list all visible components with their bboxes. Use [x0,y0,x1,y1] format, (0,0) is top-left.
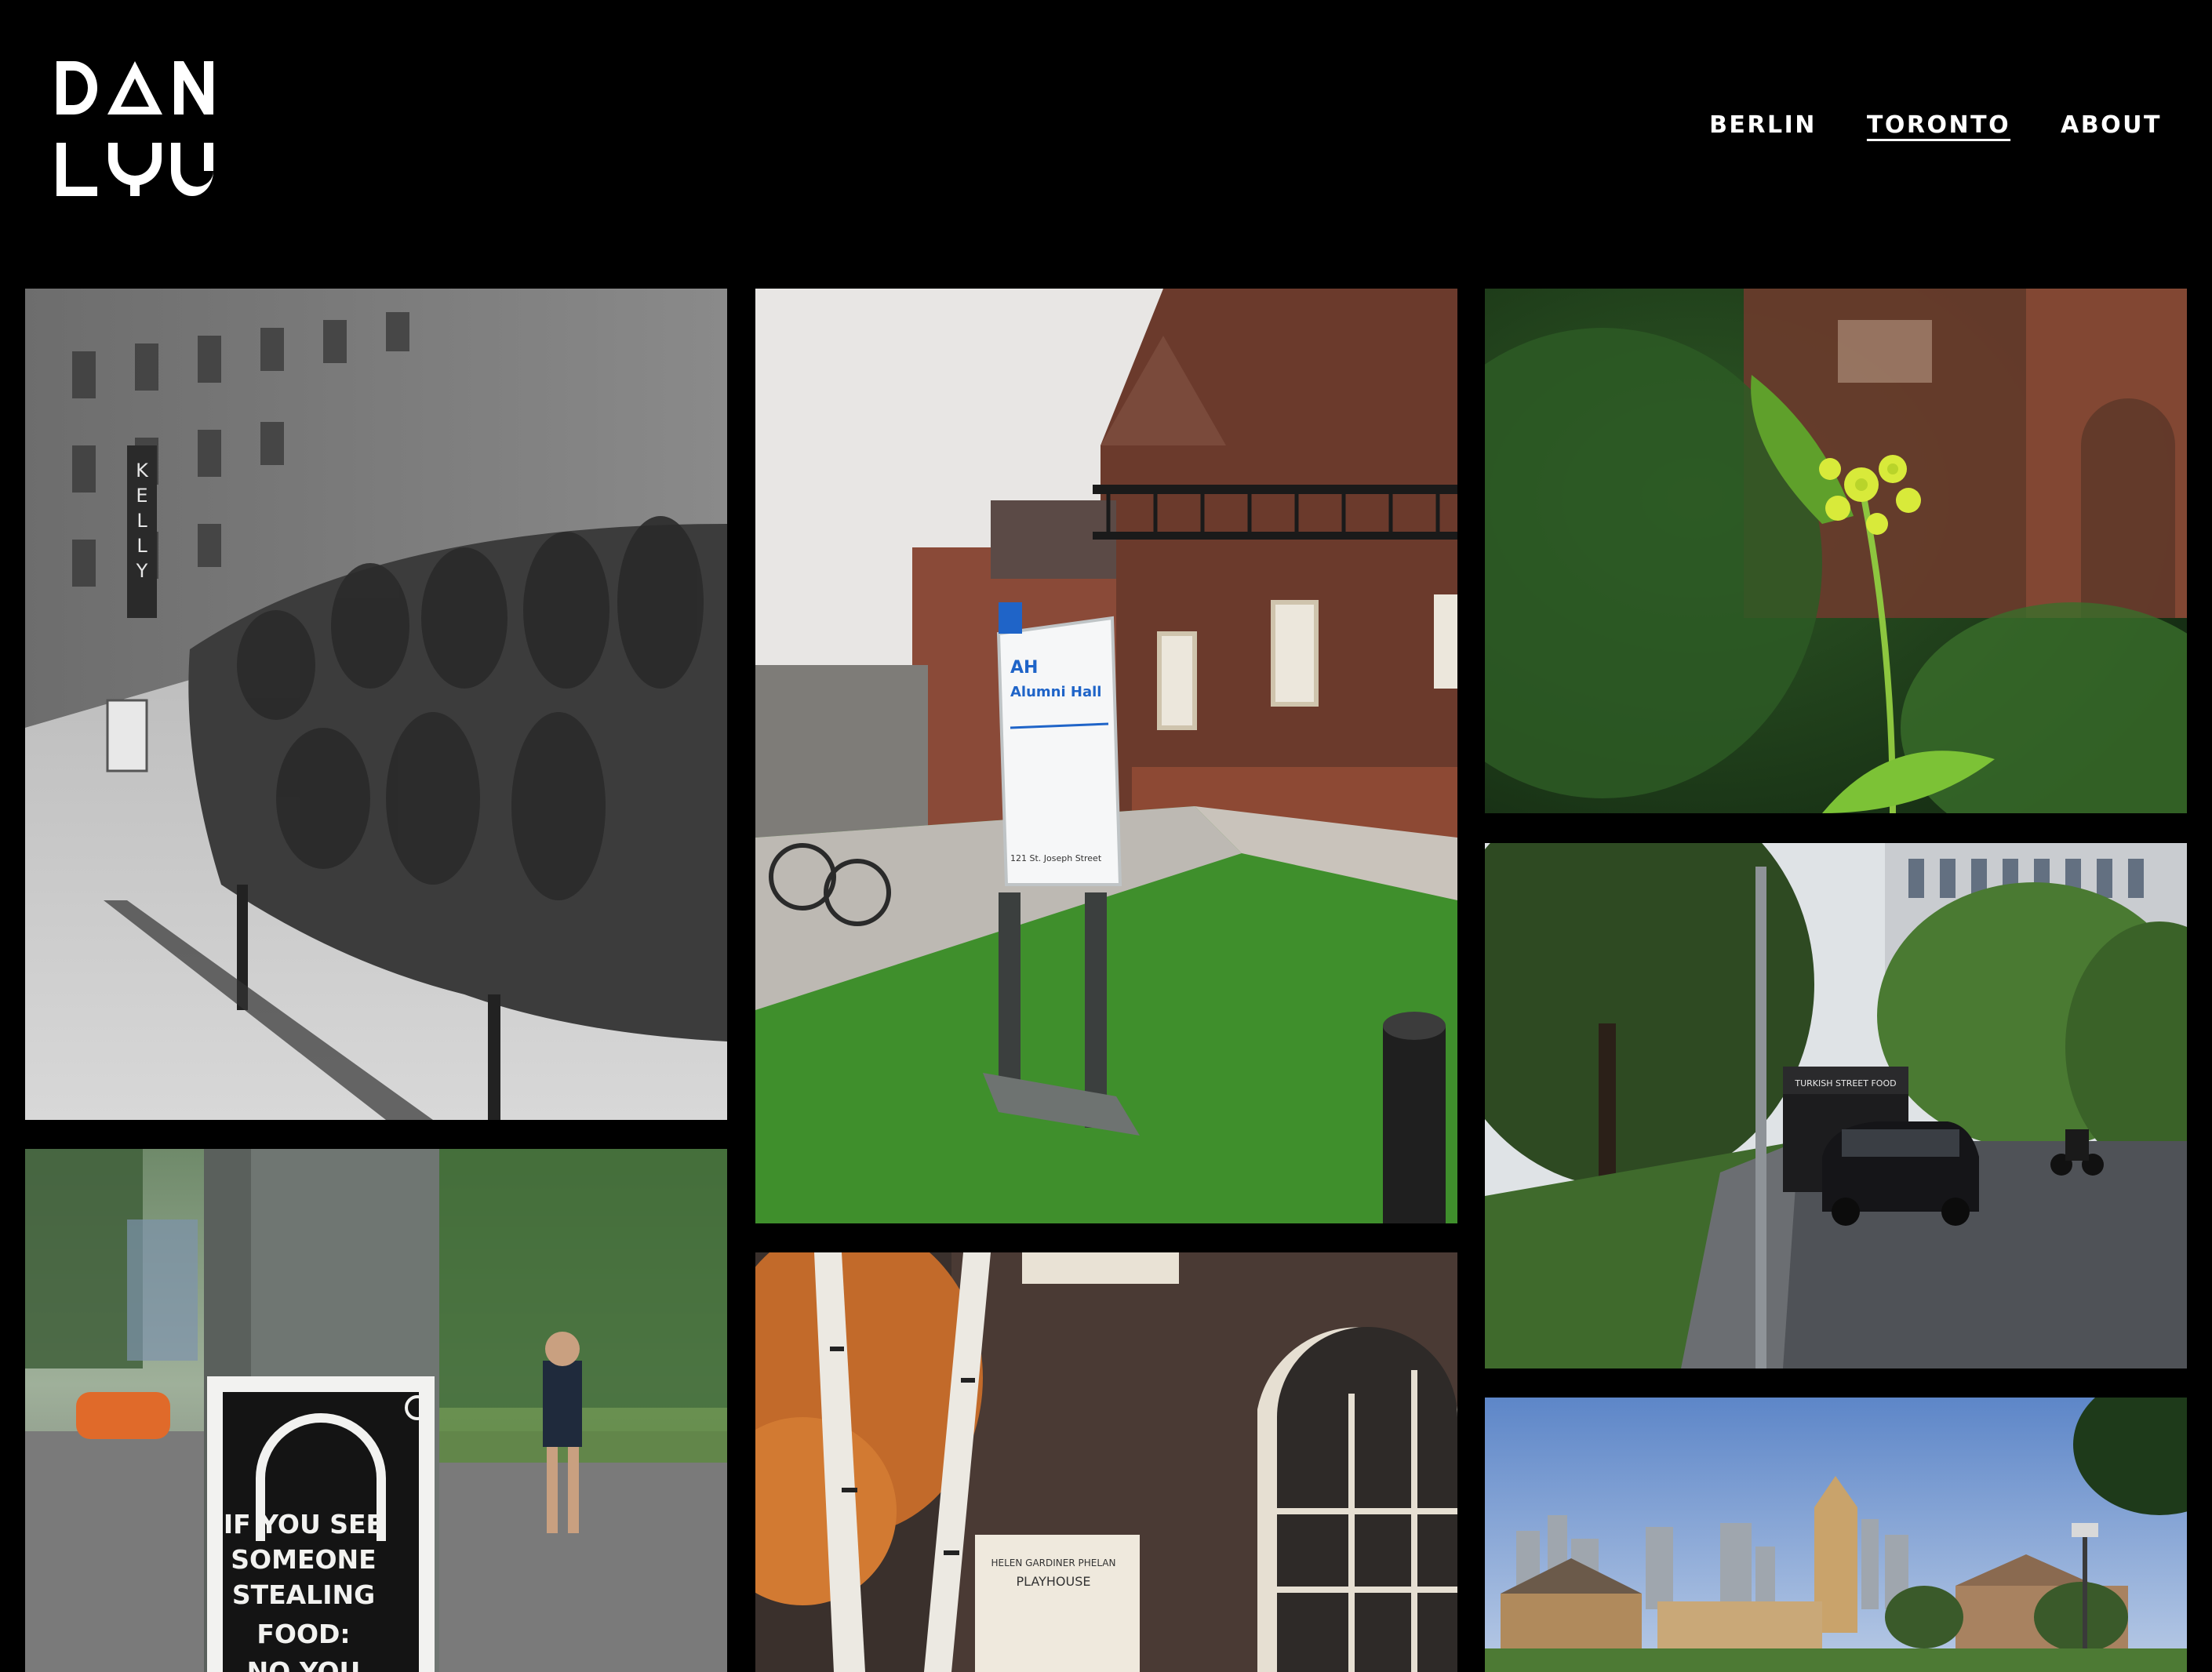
svg-text:E: E [136,485,147,507]
photo-image: K E L L Y [25,289,727,1120]
poster-line-5: NO YOU [247,1656,361,1672]
svg-text:L: L [136,535,147,557]
photo-image [1485,289,2187,813]
building-text-1: HELEN GARDINER PHELAN [991,1558,1116,1568]
photo-image: TURKISH STREET FOOD [1485,843,2187,1368]
photo-skyline-field-tower[interactable] [1485,1398,2187,1672]
svg-text:L: L [136,510,147,532]
photo-yellow-flower-brick-building[interactable] [1485,289,2187,813]
sign-address: 121 St. Joseph Street [1010,853,1102,863]
sign-code: AH [1010,658,1038,678]
photo-playhouse-birch-trees[interactable]: HELEN GARDINER PHELAN PLAYHOUSE [755,1252,1457,1672]
logo-text: DAN LYU [213,61,214,62]
photo-image [1485,1398,2187,1672]
poster-line-2: SOMEONE [231,1544,376,1575]
photo-street-food-truck[interactable]: TURKISH STREET FOOD [1485,843,2187,1368]
poster-line-3: STEALING [232,1579,375,1610]
building-text-2: PLAYHOUSE [1016,1574,1090,1589]
photo-alumni-hall-sign[interactable]: AH Alumni Hall 121 St. Joseph Street [755,289,1457,1223]
nav-link-toronto[interactable]: TORONTO [1867,110,2010,141]
logo-mark [56,61,213,196]
poster-line-1: IF YOU SEE [224,1509,384,1539]
nav-link-berlin[interactable]: BERLIN [1709,110,1817,141]
poster-line-4: FOOD: [256,1619,350,1649]
svg-text:Y: Y [136,560,148,582]
photo-image: IF YOU SEE SOMEONE STEALING FOOD: NO YOU [25,1149,727,1672]
photo-image: HELEN GARDINER PHELAN PLAYHOUSE [755,1252,1457,1672]
truck-text: TURKISH STREET FOOD [1794,1078,1896,1089]
sign-title: Alumni Hall [1010,684,1101,700]
photo-image: AH Alumni Hall 121 St. Joseph Street [755,289,1457,1223]
main-navigation: BERLIN TORONTO ABOUT [1709,110,2162,141]
site-logo[interactable]: DAN LYU [56,61,213,196]
nav-link-about[interactable]: ABOUT [2061,110,2162,141]
banner-letter: K [136,460,149,482]
photo-lamp-post-poster[interactable]: IF YOU SEE SOMEONE STEALING FOOD: NO YOU [25,1149,727,1672]
photo-kelly-library-sculpture[interactable]: K E L L Y [25,289,727,1120]
